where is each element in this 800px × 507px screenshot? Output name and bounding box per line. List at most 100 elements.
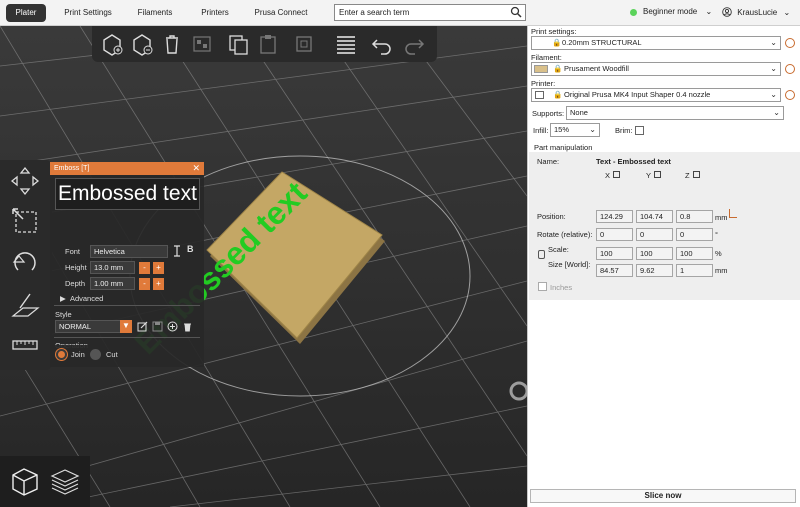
chevron-down-icon: ⌄ — [770, 64, 777, 73]
font-select[interactable]: Helvetica — [90, 245, 168, 258]
filament-label: Filament: — [531, 53, 562, 62]
plater-toolbar — [92, 26, 437, 62]
redo-icon[interactable] — [400, 30, 428, 58]
drop-to-bed-icon[interactable] — [729, 209, 737, 218]
search-icon[interactable] — [510, 6, 522, 18]
chevron-down-icon: ⌄ — [770, 90, 777, 99]
instance-icon[interactable] — [290, 30, 318, 58]
height-label: Height — [65, 263, 87, 272]
height-field[interactable]: 13.0 mm — [90, 261, 135, 274]
user-icon — [722, 7, 732, 17]
layers-editing-icon[interactable] — [332, 30, 360, 58]
filament-select[interactable]: 🔒 Prusament Woodfill ⌄ — [531, 62, 781, 76]
mode-label: Beginner mode — [643, 7, 698, 16]
tab-plater[interactable]: Plater — [6, 4, 46, 22]
print-settings-select[interactable]: 🔒 0.20mm STRUCTURAL ⌄ — [531, 36, 781, 50]
scale-icon[interactable] — [8, 204, 42, 238]
tab-prusa-connect[interactable]: Prusa Connect — [250, 4, 312, 22]
slice-now-button[interactable]: Slice now — [530, 489, 796, 503]
name-label: Name: — [537, 157, 560, 166]
undo-icon[interactable] — [368, 30, 396, 58]
font-italic-icon[interactable] — [172, 245, 182, 257]
tab-print-settings[interactable]: Print Settings — [58, 4, 118, 22]
settings-cog-icon[interactable] — [785, 90, 795, 100]
emboss-text-input[interactable]: Embossed text — [55, 178, 200, 210]
position-x-field[interactable]: 124.29 — [596, 210, 633, 223]
place-on-face-icon[interactable] — [8, 288, 42, 322]
height-increase-button[interactable]: + — [153, 262, 164, 274]
3d-view-icon[interactable] — [8, 464, 42, 498]
height-decrease-button[interactable]: - — [139, 262, 150, 274]
font-bold-icon[interactable]: B — [187, 244, 194, 254]
advanced-label: Advanced — [69, 294, 104, 303]
emboss-dialog-titlebar[interactable]: Emboss [T] ✕ — [50, 162, 204, 175]
infill-value: 15% — [554, 125, 570, 134]
supports-select[interactable]: None ⌄ — [566, 106, 784, 120]
arrange-icon[interactable] — [188, 30, 216, 58]
depth-increase-button[interactable]: + — [153, 278, 164, 290]
user-menu[interactable]: KrausLucie ⌄ — [722, 7, 790, 17]
position-y-field[interactable]: 104.74 — [636, 210, 673, 223]
search-input[interactable]: Enter a search term — [334, 4, 526, 21]
font-label: Font — [65, 247, 81, 256]
axis-x-label: X — [605, 171, 611, 180]
divider — [54, 337, 200, 338]
size-y-field[interactable]: 9.62 — [636, 264, 673, 277]
edit-style-icon[interactable] — [137, 321, 148, 332]
rotate-y-field[interactable]: 0 — [636, 228, 673, 241]
scale-label: Scale: — [548, 245, 569, 254]
style-label: Style — [55, 310, 72, 319]
inches-label: Inches — [550, 283, 573, 292]
delete-object-icon[interactable] — [128, 30, 156, 58]
rotate-x-field[interactable]: 0 — [596, 228, 633, 241]
save-style-icon[interactable] — [152, 321, 163, 332]
paste-icon[interactable] — [254, 30, 282, 58]
inches-checkbox[interactable] — [538, 282, 547, 291]
axis-y-icon — [654, 171, 661, 178]
style-select[interactable]: NORMAL — [55, 320, 121, 333]
scale-z-field[interactable]: 100 — [676, 247, 713, 260]
settings-cog-icon[interactable] — [785, 64, 795, 74]
position-label: Position: — [537, 212, 566, 221]
depth-decrease-button[interactable]: - — [139, 278, 150, 290]
tab-printers[interactable]: Printers — [194, 4, 236, 22]
scale-y-field[interactable]: 100 — [636, 247, 673, 260]
add-object-icon[interactable] — [98, 30, 126, 58]
move-icon[interactable] — [8, 164, 42, 198]
position-z-field[interactable]: 0.8 — [676, 210, 713, 223]
part-manipulation-header: Part manipulation — [534, 143, 593, 152]
printer-select[interactable]: 🔒 Original Prusa MK4 Input Shaper 0.4 no… — [531, 88, 781, 102]
3d-viewport[interactable]: Embossed text Emboss [T] ✕ Embossed text… — [0, 26, 527, 507]
rotate-icon[interactable] — [8, 246, 42, 280]
scale-unit: % — [715, 249, 722, 258]
copy-icon[interactable] — [224, 30, 252, 58]
chevron-down-icon[interactable]: ▼ — [120, 320, 132, 333]
infill-select[interactable]: 15% ⌄ — [550, 123, 600, 137]
scale-x-field[interactable]: 100 — [596, 247, 633, 260]
size-z-field[interactable]: 1 — [676, 264, 713, 277]
filament-value: Prusament Woodfill — [564, 64, 629, 73]
delete-style-icon[interactable] — [182, 321, 193, 332]
add-style-icon[interactable] — [167, 321, 178, 332]
printer-value: Original Prusa MK4 Input Shaper 0.4 nozz… — [564, 90, 711, 99]
rotate-z-field[interactable]: 0 — [676, 228, 713, 241]
emboss-dialog: Emboss [T] ✕ Embossed text Font Helvetic… — [50, 162, 204, 350]
chevron-down-icon: ⌄ — [705, 7, 713, 16]
trash-icon[interactable] — [158, 30, 186, 58]
close-icon[interactable]: ✕ — [192, 162, 200, 175]
advanced-toggle[interactable]: ▶ Advanced — [60, 294, 103, 303]
cut-radio[interactable] — [90, 349, 101, 360]
lock-scale-icon[interactable] — [538, 250, 545, 259]
brim-checkbox[interactable] — [635, 126, 644, 135]
preview-layers-icon[interactable] — [48, 464, 82, 498]
size-x-field[interactable]: 84.57 — [596, 264, 633, 277]
settings-cog-icon[interactable] — [785, 38, 795, 48]
measure-icon[interactable] — [8, 328, 42, 362]
depth-field[interactable]: 1.00 mm — [90, 277, 135, 290]
tab-filaments[interactable]: Filaments — [132, 4, 178, 22]
mode-selector[interactable]: Beginner mode ⌄ — [630, 7, 712, 16]
join-radio[interactable] — [56, 349, 67, 360]
axis-z-icon — [693, 171, 700, 178]
filament-color-swatch — [534, 65, 548, 73]
lock-icon: 🔒 — [553, 90, 563, 99]
